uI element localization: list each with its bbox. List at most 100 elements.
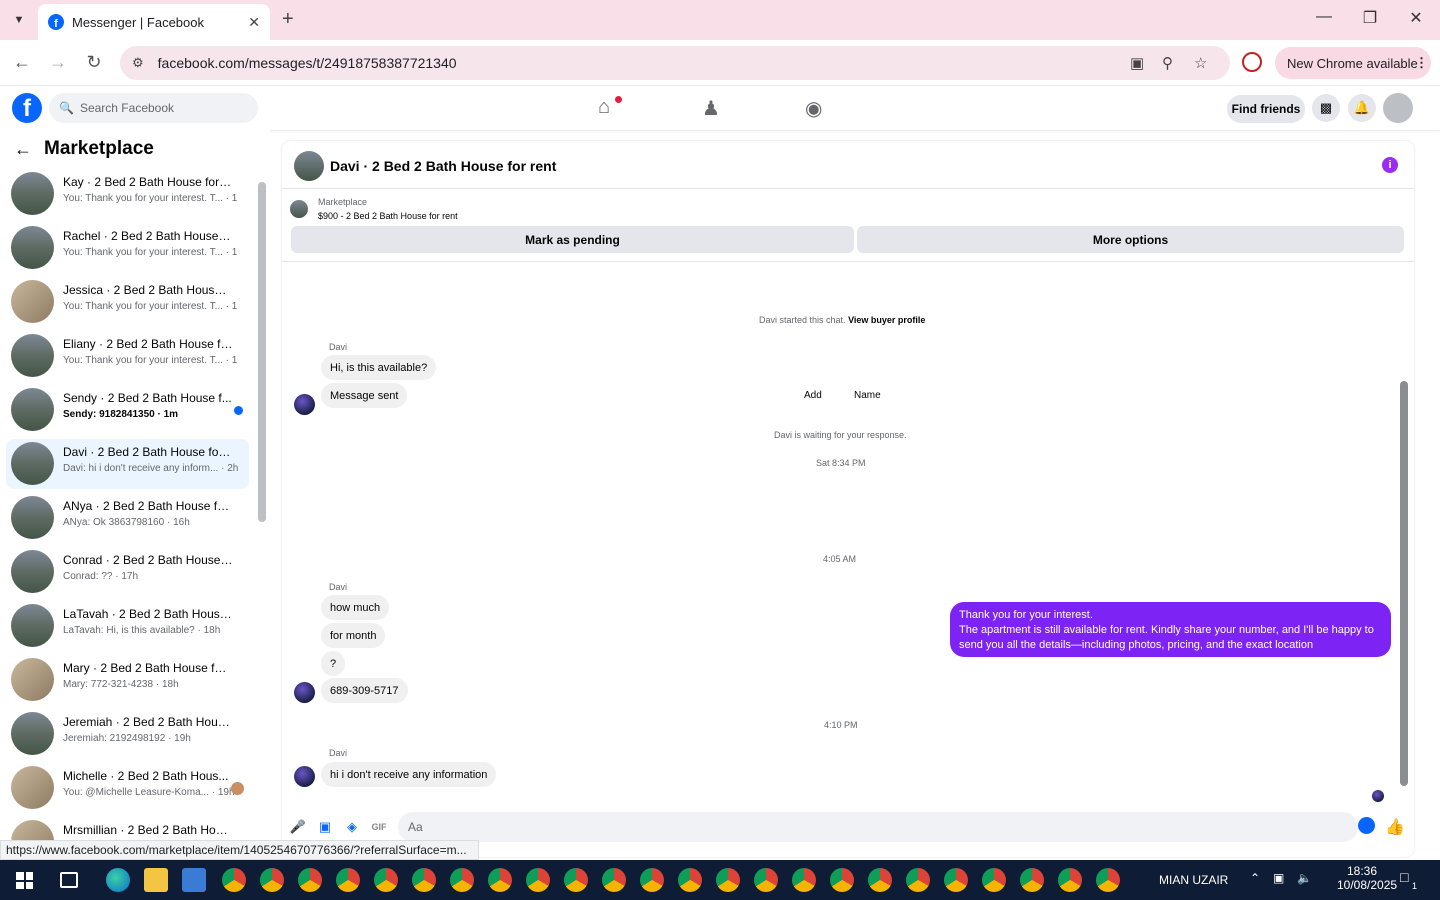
gif-icon[interactable]: GIF — [371, 819, 387, 835]
new-tab-icon[interactable]: + — [282, 8, 294, 31]
conversation-item[interactable]: Jessica · 2 Bed 2 Bath House for... You:… — [6, 277, 249, 327]
close-window-icon[interactable]: ✕ — [1396, 8, 1436, 28]
chrome-icon[interactable] — [640, 868, 664, 892]
install-app-icon[interactable]: ▣ — [1130, 54, 1144, 72]
chrome-icon[interactable] — [602, 868, 626, 892]
menu-grid-icon[interactable]: ▩ — [1312, 94, 1340, 122]
forward-icon[interactable]: → — [46, 52, 70, 73]
chrome-icon[interactable] — [412, 868, 436, 892]
notifications-icon[interactable]: □ — [1400, 869, 1408, 885]
chrome-icon[interactable] — [944, 868, 968, 892]
conversation-item[interactable]: Michelle · 2 Bed 2 Bath Hous... You: @Mi… — [6, 763, 249, 813]
view-buyer-profile-link[interactable]: View buyer profile — [848, 315, 925, 325]
zoom-icon[interactable]: ⚲ — [1162, 54, 1173, 72]
chrome-menu-icon[interactable]: ⋮ — [1415, 55, 1428, 71]
chat-title[interactable]: Davi · 2 Bed 2 Bath House for rent — [330, 158, 556, 174]
volume-icon[interactable]: 🔈 — [1297, 871, 1312, 885]
microphone-icon[interactable]: 🎤 — [290, 819, 306, 835]
conversation-item[interactable]: Jeremiah · 2 Bed 2 Bath House f... Jerem… — [6, 709, 249, 759]
sender-avatar[interactable] — [294, 682, 315, 703]
chrome-icon[interactable] — [792, 868, 816, 892]
conversation-item[interactable]: Eliany · 2 Bed 2 Bath House for ... You:… — [6, 331, 249, 381]
tab-search-icon[interactable]: ▼ — [8, 10, 30, 30]
chrome-icon[interactable] — [906, 868, 930, 892]
emoji-icon[interactable] — [1358, 817, 1375, 834]
add-label[interactable]: Add — [804, 390, 822, 401]
outgoing-message[interactable]: Thank you for your interest. The apartme… — [950, 602, 1391, 657]
tray-user-name[interactable]: MIAN UZAIR — [1159, 873, 1228, 887]
chrome-icon[interactable] — [564, 868, 588, 892]
chat-scrollbar[interactable] — [1400, 381, 1408, 786]
chrome-icon[interactable] — [868, 868, 892, 892]
profile-icon[interactable] — [1242, 52, 1262, 72]
chrome-icon[interactable] — [450, 868, 474, 892]
reload-icon[interactable]: ↻ — [82, 52, 106, 73]
minimize-icon[interactable]: — — [1304, 8, 1344, 26]
incoming-message[interactable]: for month — [321, 623, 386, 648]
message-input[interactable]: Aa — [398, 812, 1358, 842]
chrome-icon[interactable] — [336, 868, 360, 892]
back-icon[interactable]: ← — [10, 52, 34, 73]
chrome-icon[interactable] — [678, 868, 702, 892]
chrome-icon[interactable] — [298, 868, 322, 892]
incoming-message[interactable]: how much — [321, 595, 390, 620]
chrome-icon[interactable] — [526, 868, 550, 892]
info-icon[interactable]: i — [1382, 157, 1398, 173]
chrome-icon[interactable] — [1020, 868, 1044, 892]
conversation-item-active[interactable]: Davi · 2 Bed 2 Bath House for r... Davi:… — [6, 439, 249, 489]
thumbs-up-icon[interactable]: 👍 — [1385, 819, 1405, 836]
sender-avatar[interactable] — [294, 766, 315, 787]
conversation-item[interactable]: Rachel · 2 Bed 2 Bath House for... You: … — [6, 223, 249, 273]
conversation-item[interactable]: Mary · 2 Bed 2 Bath House for r... Mary:… — [6, 655, 249, 705]
address-bar[interactable]: ⚙ facebook.com/messages/t/24918758387721… — [120, 46, 1230, 80]
new-chrome-button[interactable]: New Chrome available ⋮ — [1275, 47, 1431, 79]
edge-icon[interactable] — [106, 868, 130, 892]
account-avatar[interactable] — [1383, 93, 1413, 123]
task-view-icon[interactable] — [60, 872, 78, 888]
chrome-icon[interactable] — [374, 868, 398, 892]
conversation-item[interactable]: Mrsmillian · 2 Bed 2 Bath Hous... — [6, 817, 249, 840]
find-friends-button[interactable]: Find friends — [1227, 95, 1305, 123]
browser-tab[interactable]: f Messenger | Facebook ✕ — [38, 4, 270, 40]
chrome-icon[interactable] — [1096, 868, 1120, 892]
file-explorer-icon[interactable] — [144, 868, 168, 892]
chrome-icon[interactable] — [716, 868, 740, 892]
incoming-message[interactable]: Message sent — [321, 383, 408, 408]
groups-icon[interactable]: ◉ — [805, 96, 822, 121]
conversation-item[interactable]: LaTavah · 2 Bed 2 Bath House f... LaTava… — [6, 601, 249, 651]
more-options-button[interactable]: More options — [857, 226, 1404, 253]
facebook-search-input[interactable]: 🔍 Search Facebook — [49, 93, 258, 123]
incoming-message[interactable]: Hi, is this available? — [321, 355, 437, 380]
back-arrow-icon[interactable]: ← — [14, 139, 32, 160]
chrome-icon[interactable] — [754, 868, 778, 892]
sidebar-scrollbar[interactable] — [258, 182, 266, 522]
network-icon[interactable]: ▣ — [1273, 871, 1284, 885]
chrome-icon[interactable] — [488, 868, 512, 892]
chat-avatar[interactable] — [294, 151, 324, 181]
chrome-icon[interactable] — [260, 868, 284, 892]
app-icon[interactable] — [182, 868, 206, 892]
sender-avatar[interactable] — [294, 394, 315, 415]
incoming-message[interactable]: 689-309-5717 — [321, 678, 408, 703]
conversation-item[interactable]: ANya · 2 Bed 2 Bath House for r... ANya:… — [6, 493, 249, 543]
friends-icon[interactable]: ♟ — [702, 96, 720, 121]
windows-start-icon[interactable] — [16, 872, 33, 889]
home-icon[interactable]: ⌂ — [598, 96, 610, 119]
site-info-icon[interactable]: ⚙ — [132, 55, 144, 71]
bookmark-star-icon[interactable]: ☆ — [1194, 54, 1207, 72]
close-tab-icon[interactable]: ✕ — [248, 14, 260, 31]
tray-chevron-icon[interactable]: ⌃ — [1250, 871, 1260, 885]
name-label[interactable]: Name — [854, 390, 881, 401]
facebook-logo-icon[interactable]: f — [12, 93, 42, 123]
mark-as-pending-button[interactable]: Mark as pending — [291, 226, 854, 253]
conversation-item[interactable]: Kay · 2 Bed 2 Bath House for rent You: T… — [6, 169, 249, 219]
listing-summary[interactable]: Marketplace $900 - 2 Bed 2 Bath House fo… — [290, 197, 690, 227]
sticker-icon[interactable]: ◈ — [344, 819, 360, 835]
conversation-item[interactable]: Conrad · 2 Bed 2 Bath House fo... Conrad… — [6, 547, 249, 597]
chrome-icon[interactable] — [982, 868, 1006, 892]
chrome-icon[interactable] — [222, 868, 246, 892]
conversation-item[interactable]: Sendy · 2 Bed 2 Bath House f... Sendy: 9… — [6, 385, 249, 435]
incoming-message[interactable]: ? — [321, 651, 346, 676]
notifications-bell-icon[interactable]: 🔔 — [1348, 94, 1376, 122]
restore-icon[interactable]: ❐ — [1350, 8, 1390, 28]
